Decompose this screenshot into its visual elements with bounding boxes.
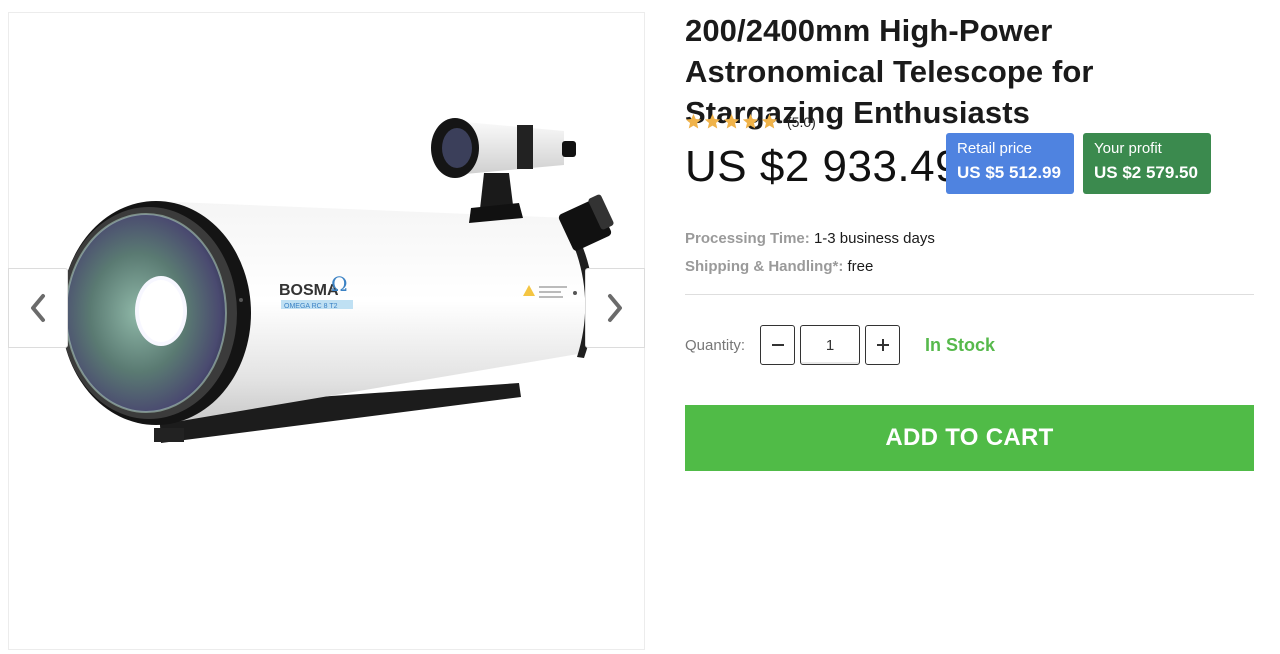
stock-status: In Stock [925,334,996,355]
divider [685,294,1254,295]
processing-time-value: 1-3 business days [813,230,935,247]
star-icon [685,113,702,129]
star-icon [704,113,721,129]
minus-icon [771,344,784,346]
shipping-label: Shipping & Handling*: [685,258,844,275]
shipping-details: Processing Time: 1-3 business days Shipp… [685,225,935,281]
product-price: US $2 933.49 [685,142,961,191]
gallery-prev-button[interactable] [8,268,68,348]
star-icon [742,113,759,129]
image-brand-text: BOSMA [279,282,339,299]
profit-value: US $2 579.50 [1094,163,1198,182]
shipping-value: free [847,258,874,275]
quantity-input[interactable] [800,325,860,365]
chevron-right-icon [608,294,622,322]
svg-text:Ω: Ω [331,272,348,296]
star-icon [723,113,740,129]
retail-price-badge: Retail price US $5 512.99 [946,133,1074,194]
processing-time-label: Processing Time: [685,230,810,247]
star-rating [685,113,778,130]
processing-time-row: Processing Time: 1-3 business days [685,225,935,253]
rating-value: (5.0) [787,113,816,130]
image-sub-text: OMEGA RC 8 T2 [284,303,338,310]
retail-price-label: Retail price [957,140,1033,157]
quantity-increase-button[interactable] [865,325,900,365]
product-image: BOSMA Ω OMEGA RC 8 T2 [61,118,614,443]
add-to-cart-button[interactable]: ADD TO CART [685,405,1254,471]
product-gallery: BOSMA Ω OMEGA RC 8 T2 [8,12,645,650]
quantity-label: Quantity: [685,336,746,354]
quantity-decrease-button[interactable] [760,325,795,365]
quantity-row: Quantity: In Stock [685,325,995,365]
retail-price-value: US $5 512.99 [957,163,1061,182]
plus-icon [876,339,889,351]
star-icon [761,113,778,129]
chevron-left-icon [31,294,45,322]
profit-badge: Your profit US $2 579.50 [1083,133,1211,194]
rating: (5.0) [685,113,816,130]
gallery-next-button[interactable] [585,268,645,348]
shipping-row: Shipping & Handling*: free [685,253,935,281]
profit-label: Your profit [1094,140,1162,157]
product-info: 200/2400mm High-Power Astronomical Teles… [685,10,1255,471]
